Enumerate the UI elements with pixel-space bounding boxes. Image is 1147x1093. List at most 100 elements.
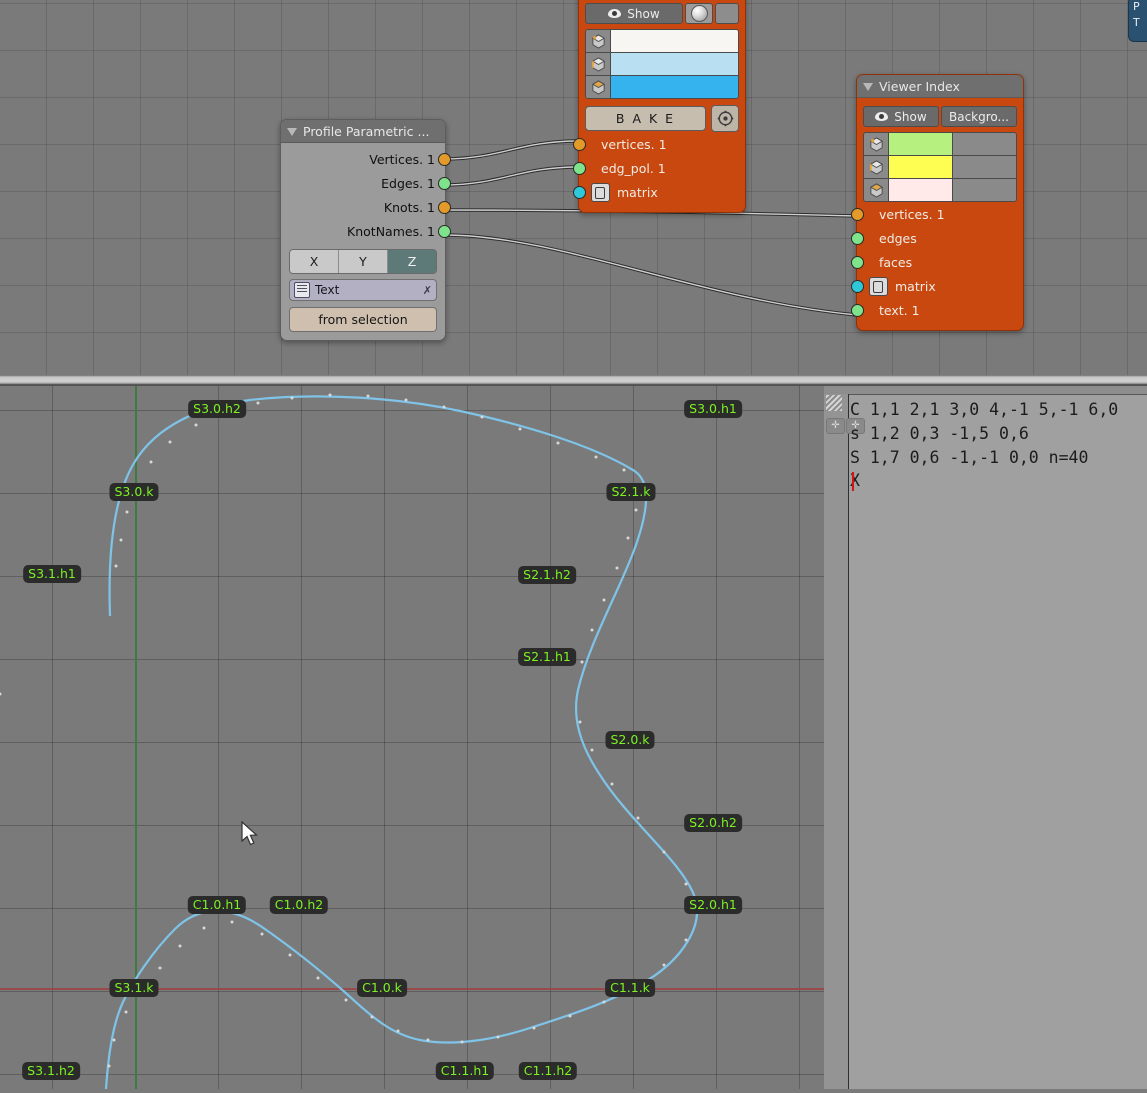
socket-faces[interactable] [851,255,864,269]
target-gear-icon[interactable] [711,105,739,132]
node-viewer-bake[interactable]: Show B A K E vertices. 1 edg_pol. 1 matr… [573,0,746,213]
axis-button-group[interactable]: X Y Z [289,249,437,274]
bake-row[interactable]: B A K E [585,105,739,132]
input-socket-text[interactable]: text. 1 [851,298,1017,322]
input-socket-edgpol[interactable]: edg_pol. 1 [573,156,739,180]
input-label: vertices. 1 [601,136,667,152]
socket-text[interactable] [851,303,864,317]
input-label: matrix [617,184,658,200]
shading-sphere-button[interactable] [685,3,713,24]
text-editor-gutter [824,394,849,1089]
swatch-edge-alt[interactable] [952,156,1016,178]
collapse-triangle-icon[interactable] [863,82,873,91]
show-row[interactable]: Show [585,3,739,24]
swatch-row-edge[interactable] [864,156,1016,179]
axis-button-x[interactable]: X [290,250,339,273]
swatch-edge-color[interactable] [889,156,952,178]
show-toggle-button[interactable]: Show [863,106,939,127]
viewport-label: C1.1.h1 [435,1062,495,1080]
matrix-icon [591,182,610,202]
node-header[interactable]: Viewer Index [857,75,1023,98]
collapse-triangle-icon[interactable] [287,127,297,136]
vertex-cube-icon [586,30,611,52]
input-socket-matrix[interactable]: matrix [573,180,739,204]
viewport-label: S3.1.k [109,979,159,997]
area-split-handle-icon[interactable] [826,395,842,411]
swatch-row-vertex[interactable] [864,133,1016,156]
swatch-edge-color[interactable] [611,53,738,75]
socket-vertices[interactable] [851,207,864,221]
swatch-face-color[interactable] [611,76,738,98]
add-region-left-icon[interactable]: ✛ [826,418,845,434]
node-header[interactable]: Profile Parametric ... [281,120,445,143]
axis-button-z[interactable]: Z [388,250,436,273]
node-title: Viewer Index [879,78,960,94]
swatch-face-color[interactable] [889,179,952,201]
socket-matrix[interactable] [573,185,586,199]
show-toggle-button[interactable]: Show [585,3,683,24]
text-datablock-value: Text [315,283,340,297]
node-offscreen-blue[interactable]: P T [1128,0,1147,42]
socket-knots[interactable] [438,200,451,214]
bake-button[interactable]: B A K E [585,106,706,131]
swatch-vertex-color[interactable] [889,133,952,155]
node-body: Vertices. 1 Edges. 1 Knots. 1 KnotNames.… [281,143,451,340]
output-socket-edges[interactable]: Edges. 1 [281,171,451,195]
swatch-vertex-color[interactable] [611,30,738,52]
axis-button-y[interactable]: Y [339,250,388,273]
output-socket-knotnames[interactable]: KnotNames. 1 [281,219,451,243]
node-profile-parametric[interactable]: Profile Parametric ... Vertices. 1 Edges… [280,119,451,341]
area-divider[interactable] [0,375,1147,386]
output-socket-knots[interactable]: Knots. 1 [281,195,451,219]
face-cube-icon [864,179,889,201]
viewport-label: S2.0.k [605,731,655,749]
matrix-icon [869,276,888,296]
swatch-face-alt[interactable] [952,179,1016,201]
output-socket-vertices[interactable]: Vertices. 1 [281,147,451,171]
output-label: Knots. 1 [383,199,435,215]
input-socket-edges[interactable]: edges [851,226,1017,250]
viewport-label: C1.0.h1 [187,896,247,914]
viewport-3d[interactable]: S3.0.h2 S3.0.h1 S3.0.k S2.1.k S3.1.h1 S2.1.h2… [0,386,824,1089]
viewport-label: S2.1.k [606,483,656,501]
socket-matrix[interactable] [851,279,864,293]
viewport-label: S3.1.h2 [22,1062,80,1080]
text-editor-content[interactable]: C 1,1 2,1 3,0 4,-1 5,-1 6,0 s 1,2 0,3 -1… [850,394,1147,1093]
input-label: matrix [895,278,936,294]
node-body: Show B A K E vertices. 1 edg_pol. 1 matr… [573,0,745,212]
show-label: Show [894,109,927,124]
color-swatch-list[interactable] [585,29,739,99]
input-socket-vertices[interactable]: vertices. 1 [851,202,1017,226]
show-label: Show [627,6,660,21]
input-label: faces [879,254,913,270]
socket-vertices[interactable] [438,152,451,166]
socket-edges[interactable] [851,231,864,245]
input-socket-vertices[interactable]: vertices. 1 [573,132,739,156]
swatch-row-vertex[interactable] [586,30,738,53]
swatch-row-edge[interactable] [586,53,738,76]
eye-icon [608,9,622,18]
from-selection-button[interactable]: from selection [289,307,437,332]
input-socket-faces[interactable]: faces [851,250,1017,274]
node-viewer-index[interactable]: Viewer Index Show Backgro... vertices. 1… [851,74,1024,331]
background-toggle-button[interactable]: Backgro... [941,106,1017,127]
show-row[interactable]: Show Backgro... [863,106,1017,127]
text-datablock-field[interactable]: Text ✗ [289,279,437,301]
swatch-row-face[interactable] [586,76,738,98]
extra-option-button[interactable] [715,3,739,24]
swatch-row-face[interactable] [864,179,1016,201]
face-cube-icon [586,76,611,98]
socket-edg-pol[interactable] [573,161,586,175]
input-socket-matrix[interactable]: matrix [851,274,1017,298]
clear-datablock-icon[interactable]: ✗ [423,284,432,297]
socket-knotnames[interactable] [438,224,451,238]
socket-vertices[interactable] [573,137,586,151]
node-editor-area[interactable]: Profile Parametric ... Vertices. 1 Edges… [0,0,1147,375]
socket-edges[interactable] [438,176,451,190]
text-editor-area[interactable]: ✛ ✛ C 1,1 2,1 3,0 4,-1 5,-1 6,0 s 1,2 0,… [824,386,1147,1089]
input-label: edges [879,230,917,246]
color-swatch-list[interactable] [863,132,1017,202]
swatch-vertex-alt[interactable] [952,133,1016,155]
text-datablock-icon [294,282,310,298]
eye-icon [875,112,889,121]
